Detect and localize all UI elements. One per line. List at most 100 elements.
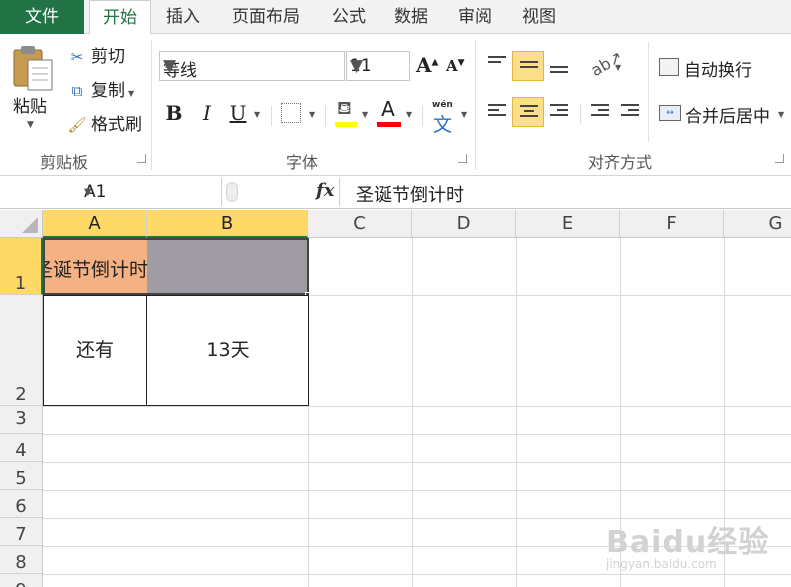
clipboard-launcher-icon[interactable] — [137, 154, 146, 163]
align-right-button[interactable] — [543, 97, 575, 127]
row-header-2[interactable]: 2 — [0, 295, 43, 406]
align-top-button[interactable] — [481, 51, 513, 81]
cut-button[interactable]: ✂ 剪切 — [66, 45, 125, 69]
underline-button[interactable]: U — [226, 98, 250, 128]
font-group-label: 字体 — [285, 153, 318, 172]
row-header-6[interactable]: 6 — [0, 490, 43, 518]
tab-formulas[interactable]: 公式 — [326, 0, 372, 34]
tab-file[interactable]: 文件 — [0, 0, 84, 34]
wrap-text-label: 自动换行 — [684, 61, 752, 81]
decrease-indent-button[interactable] — [584, 97, 616, 127]
chevron-down-icon[interactable]: ▼ — [254, 110, 260, 119]
formula-bar: A1 ▼ fx 圣诞节倒计时 — [0, 176, 791, 209]
align-middle-button[interactable] — [512, 51, 544, 81]
cell-a2[interactable]: 还有 — [43, 295, 147, 406]
worksheet-grid: A B C D E F G 1 2 3 4 5 6 7 8 9 圣诞节倒计时 还… — [0, 210, 791, 587]
shrink-font-icon[interactable]: A▼ — [446, 57, 465, 75]
increase-indent-button[interactable] — [614, 97, 646, 127]
tab-home[interactable]: 开始 — [89, 0, 151, 35]
cell-b2[interactable]: 13天 — [147, 295, 309, 406]
tab-insert[interactable]: 插入 — [160, 0, 206, 34]
align-top-icon — [488, 56, 506, 72]
chevron-down-icon[interactable]: ▼ — [362, 110, 368, 119]
phonetic-char: 文 — [433, 114, 453, 136]
font-size-select[interactable]: 11 ▼ — [346, 51, 410, 81]
cut-label: 剪切 — [91, 47, 125, 67]
tab-data[interactable]: 数据 — [388, 0, 434, 34]
tab-page-layout[interactable]: 页面布局 — [222, 0, 310, 34]
row-header-3[interactable]: 3 — [0, 406, 43, 434]
font-launcher-icon[interactable] — [458, 154, 467, 163]
column-header-g[interactable]: G — [724, 210, 791, 238]
row-number: 2 — [15, 384, 27, 405]
align-center-button[interactable] — [512, 97, 544, 127]
column-header-a[interactable]: A — [43, 210, 147, 238]
paint-bucket-icon: ⛾ — [337, 98, 352, 119]
gridline — [43, 406, 791, 407]
group-separator — [475, 40, 476, 170]
row-number: 6 — [15, 496, 27, 517]
format-painter-button[interactable]: 🖌 格式刷 — [66, 113, 142, 137]
row-header-4[interactable]: 4 — [0, 434, 43, 462]
formula-controls: fx — [222, 178, 340, 206]
watermark: Baidu经验 jingyan.baidu.com — [606, 517, 769, 571]
gridline — [43, 490, 791, 491]
brush-icon: 🖌 — [67, 116, 87, 134]
column-header-e[interactable]: E — [516, 210, 620, 238]
alignment-launcher-icon[interactable] — [775, 154, 784, 163]
divider — [271, 106, 272, 126]
row-header-1[interactable]: 1 — [0, 238, 43, 295]
borders-icon[interactable] — [281, 103, 301, 123]
ribbon: 粘贴 ▼ ✂ 剪切 ⧉ 复制 ▼ 🖌 格式刷 剪贴板 等线 ▼ 11 ▼ A▲ A▼ B… — [0, 34, 791, 176]
insert-function-icon[interactable]: fx — [316, 180, 334, 201]
alignment-group-label: 对齐方式 — [587, 153, 652, 172]
chevron-down-icon[interactable]: ▼ — [309, 110, 315, 119]
gridline — [43, 462, 791, 463]
paste-icon — [13, 46, 53, 91]
name-box[interactable]: A1 ▼ — [0, 178, 222, 206]
formula-input[interactable]: 圣诞节倒计时 — [356, 181, 464, 207]
column-header-d[interactable]: D — [412, 210, 516, 238]
align-left-icon — [488, 104, 506, 120]
chevron-down-icon: ▼ — [778, 110, 785, 119]
divider — [580, 104, 581, 124]
row-header-7[interactable]: 7 — [0, 518, 43, 546]
resize-grip-icon[interactable] — [226, 182, 238, 202]
italic-button[interactable]: I — [195, 98, 219, 128]
gridline — [43, 574, 791, 575]
merge-center-icon: ↔ — [659, 105, 681, 121]
align-middle-icon — [520, 61, 538, 77]
copy-label: 复制 — [91, 81, 125, 101]
scissors-icon: ✂ — [70, 48, 84, 66]
column-header-c[interactable]: C — [308, 210, 412, 238]
chevron-down-icon: ▼ — [128, 89, 135, 98]
align-left-button[interactable] — [481, 97, 513, 127]
gridline — [412, 238, 413, 587]
watermark-brand: Baidu经验 — [606, 525, 770, 560]
align-center-icon — [520, 105, 538, 121]
row-header-5[interactable]: 5 — [0, 462, 43, 490]
copy-button[interactable]: ⧉ 复制 ▼ — [66, 79, 135, 103]
phonetic-pinyin: wén — [432, 100, 453, 110]
increase-indent-icon — [621, 104, 639, 120]
row-header-8[interactable]: 8 — [0, 546, 43, 574]
gridline — [516, 238, 517, 587]
chevron-down-icon: ▼ — [27, 120, 34, 130]
tab-view[interactable]: 视图 — [516, 0, 562, 34]
bold-button[interactable]: B — [162, 98, 186, 128]
chevron-down-icon[interactable]: ▼ — [406, 110, 412, 119]
tab-review[interactable]: 审阅 — [452, 0, 498, 34]
font-name-select[interactable]: 等线 ▼ — [159, 51, 345, 81]
grow-font-icon[interactable]: A▲ — [416, 53, 438, 77]
divider — [648, 42, 649, 142]
row-header-9[interactable]: 9 — [0, 574, 43, 587]
merge-center-label: 合并后居中 — [685, 107, 770, 127]
chevron-down-icon[interactable]: ▼ — [461, 110, 467, 119]
decrease-indent-icon — [591, 104, 609, 120]
column-header-b[interactable]: B — [147, 210, 308, 238]
align-bottom-button[interactable] — [543, 51, 575, 81]
column-header-f[interactable]: F — [620, 210, 724, 238]
select-all-button[interactable] — [0, 210, 43, 238]
chevron-down-icon[interactable]: ▼ — [615, 63, 621, 72]
chevron-down-icon[interactable]: ▼ — [84, 187, 213, 198]
